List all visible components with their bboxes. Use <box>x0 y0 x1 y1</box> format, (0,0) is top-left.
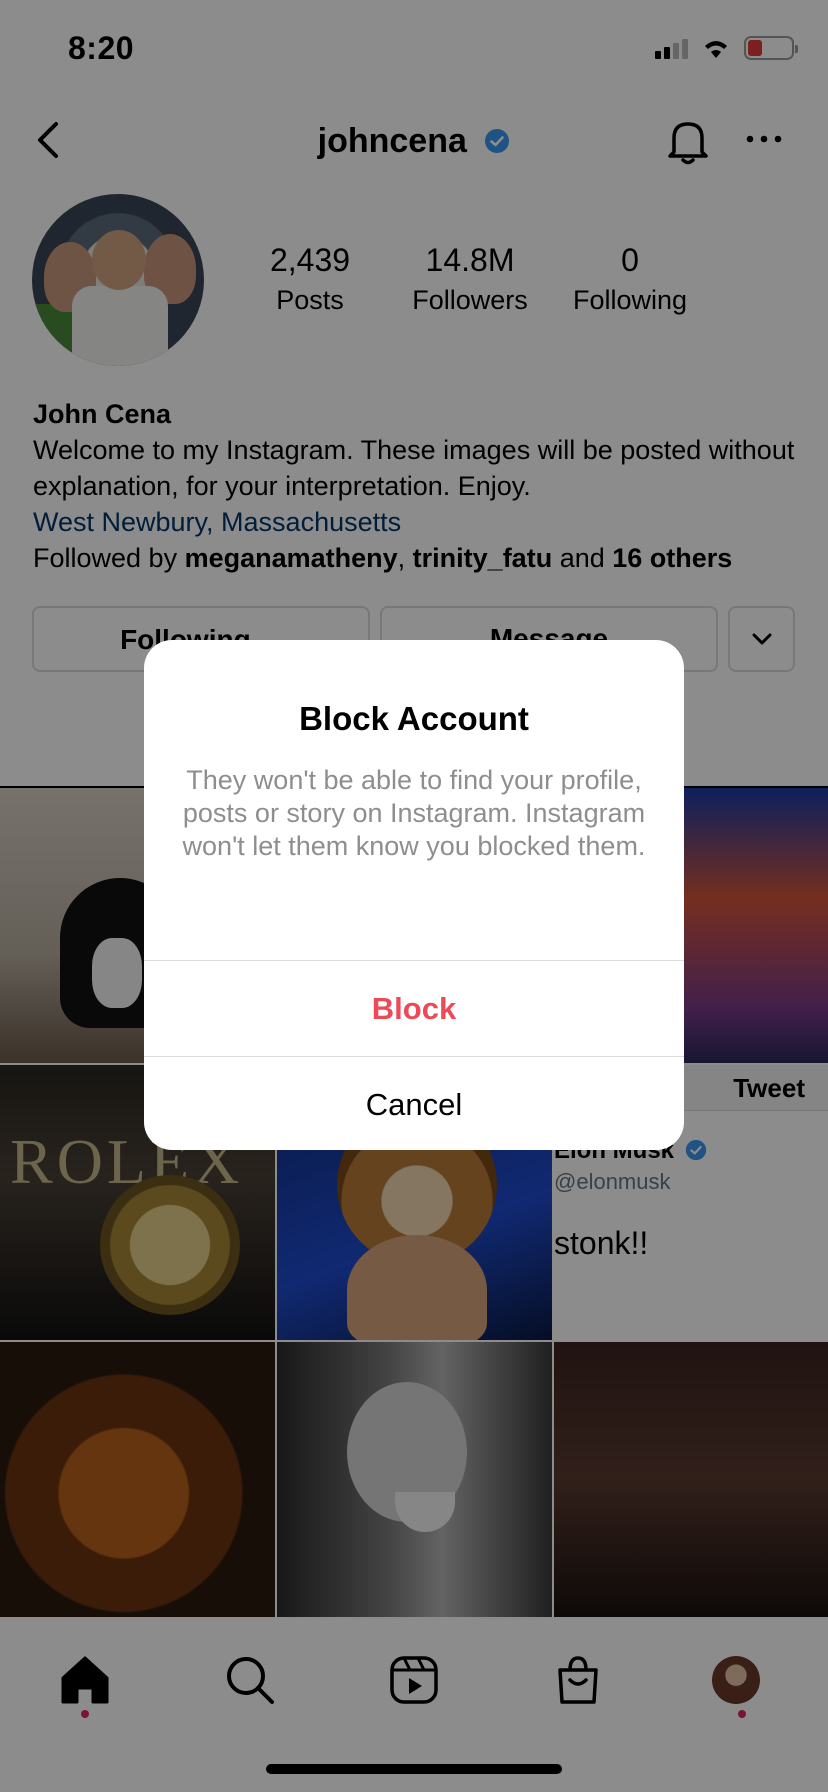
block-account-dialog: Block Account They won't be able to find… <box>144 640 684 1150</box>
block-button[interactable]: Block <box>144 960 684 1056</box>
cancel-button[interactable]: Cancel <box>144 1056 684 1150</box>
dialog-message: They won't be able to find your profile,… <box>182 765 646 861</box>
dialog-title: Block Account <box>299 700 529 737</box>
